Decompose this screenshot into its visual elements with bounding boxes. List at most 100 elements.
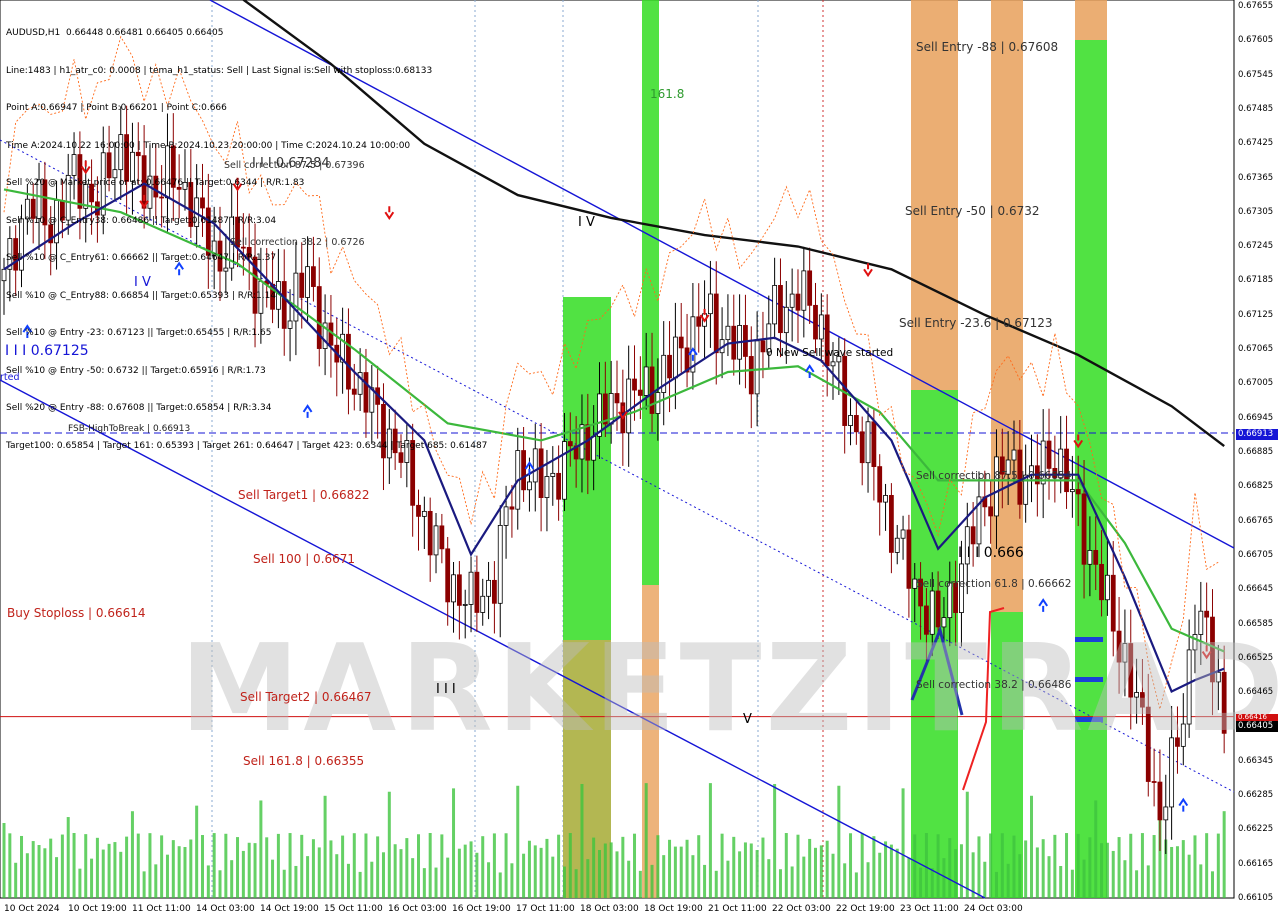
candle-body [859, 431, 865, 464]
volume-bar [428, 833, 432, 898]
candle-body [988, 506, 994, 517]
volume-bar [90, 858, 94, 898]
wave-label: I I I [436, 682, 456, 697]
volume-bar [399, 849, 403, 898]
wave-level-label: I I I 0.67125 [5, 343, 89, 359]
candle-body [906, 529, 912, 589]
volume-bar [317, 847, 321, 898]
volume-bar [866, 862, 870, 898]
volume-bar [1199, 864, 1203, 898]
info-line: Sell %10 @ C_Entry38: 0.66486 || Target:… [6, 215, 277, 226]
info-line: Sell %10 @ C_Entry61: 0.66662 || Target:… [6, 253, 277, 263]
candle-body [883, 495, 888, 503]
volume-bar [1070, 869, 1074, 898]
candle-body [795, 293, 801, 311]
price-tick-label: 0.67485 [1238, 103, 1274, 114]
candle-body [521, 450, 526, 491]
volume-bar [434, 867, 438, 898]
wave-level-label: I I I 0.666 [958, 545, 1024, 561]
volume-bar [370, 861, 374, 898]
candle-body [830, 361, 836, 367]
volume-bar [662, 855, 666, 898]
volume-bar [1193, 835, 1197, 898]
candle-body [789, 293, 795, 308]
candle-body [637, 389, 643, 396]
candle-body [1075, 489, 1081, 495]
volume-bar [714, 870, 718, 898]
volume-bar [224, 833, 228, 898]
volume-bar [790, 866, 794, 898]
volume-bar [813, 847, 817, 898]
volume-bar [773, 783, 777, 898]
volume-bar [95, 837, 99, 898]
volume-bar [580, 784, 584, 898]
price-tick-label: 0.67185 [1238, 275, 1274, 286]
volume-bar [708, 783, 712, 898]
volume-bar [1088, 837, 1092, 898]
candle-body [445, 548, 451, 603]
volume-bar [154, 864, 158, 898]
candle-body [725, 325, 731, 341]
volume-bar [656, 835, 660, 898]
volume-bar [43, 848, 47, 898]
price-tick-label: 0.66345 [1238, 755, 1274, 766]
time-tick-label: 23 Oct 11:00 [900, 904, 959, 914]
price-tick-label: 0.67245 [1238, 241, 1274, 252]
volume-bar [8, 833, 12, 898]
candle-body [474, 571, 480, 613]
volume-bar [1216, 833, 1220, 898]
volume-bar [1082, 859, 1086, 898]
volume-bar [107, 843, 111, 898]
time-tick-label: 17 Oct 11:00 [516, 904, 575, 914]
volume-bar [212, 833, 216, 898]
volume-bar [557, 834, 561, 898]
price-tick-label: 0.66525 [1238, 652, 1274, 663]
volume-bar [346, 863, 350, 898]
info-line: Sell %20 @ Entry -88: 0.67608 || Target:… [6, 403, 272, 413]
candle-body [1204, 610, 1210, 618]
candle-body [748, 356, 754, 395]
volume-bar [907, 857, 911, 898]
candle-body [626, 378, 632, 434]
time-tick-label: 22 Oct 03:00 [772, 904, 831, 914]
volume-bar [446, 857, 450, 898]
candle-body [649, 366, 655, 414]
sell-correction-618-label: Sell correction 61.8 | 0.66662 [916, 578, 1072, 590]
volume-bar [1146, 865, 1150, 898]
volume-bar [545, 838, 549, 898]
candle-body [1151, 781, 1157, 783]
sell-correction-382-label: Sell correction 38.2 | 0.66486 [916, 679, 1072, 691]
candle-body [486, 579, 491, 597]
candle-body [509, 506, 515, 510]
price-tick-label: 0.66465 [1238, 687, 1274, 698]
candle-body [853, 415, 859, 433]
sell-target1-label: Sell Target1 | 0.66822 [238, 488, 370, 502]
volume-bar [1111, 850, 1115, 898]
volume-bar [183, 847, 187, 898]
candle-body [538, 448, 544, 499]
time-tick-label: 24 Oct 03:00 [964, 904, 1023, 914]
volume-bar [895, 848, 899, 898]
volume-bar [533, 845, 537, 898]
candle-body [690, 316, 696, 373]
price-tick-label: 0.66585 [1238, 618, 1274, 629]
volume-bar [195, 805, 199, 898]
price-tick-label: 0.67605 [1238, 35, 1274, 46]
candle-body [708, 293, 713, 315]
price-tick-label: 0.66645 [1238, 584, 1274, 595]
volume-bar [189, 839, 193, 898]
sell-entry-50-label: Sell Entry -50 | 0.6732 [905, 204, 1040, 218]
volume-bar [1000, 833, 1004, 898]
volume-bar [1152, 835, 1156, 898]
volume-bar [72, 833, 76, 898]
volume-bar [329, 840, 333, 898]
volume-bar [422, 868, 426, 898]
candle-body [462, 604, 468, 606]
volume-bar [924, 833, 928, 898]
volume-bar [113, 842, 117, 898]
candle-body [632, 378, 637, 391]
volume-bar [732, 836, 736, 898]
candle-body [994, 456, 999, 517]
volume-bar [586, 859, 590, 898]
volume-bar [562, 866, 566, 898]
